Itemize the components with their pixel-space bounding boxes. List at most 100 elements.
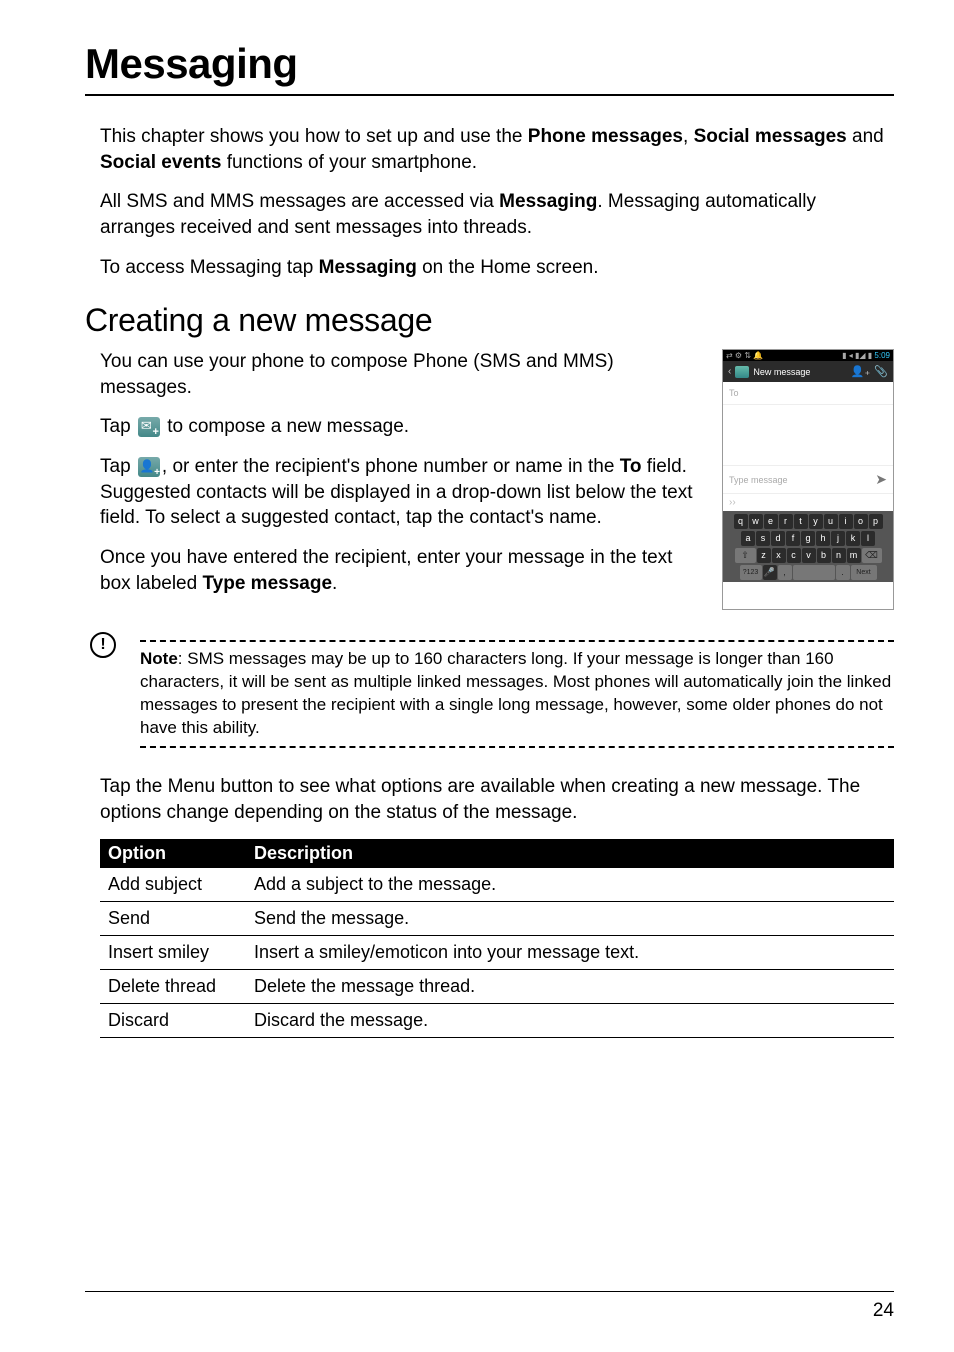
attach-icon[interactable]: 📎 <box>874 365 888 378</box>
key-l[interactable]: l <box>861 531 875 546</box>
key-s[interactable]: s <box>756 531 770 546</box>
key-g[interactable]: g <box>801 531 815 546</box>
signal-icons: ▮ ◂ ▮◢ ▮ <box>842 351 872 360</box>
messaging-app-icon <box>735 366 749 378</box>
key-t[interactable]: t <box>794 514 808 529</box>
cell-desc: Send the message. <box>246 902 894 936</box>
key-comma[interactable]: , <box>778 565 792 580</box>
intro3-b: Messaging <box>319 257 417 278</box>
key-backspace[interactable]: ⌫ <box>862 548 882 563</box>
table-row: Delete thread Delete the message thread. <box>100 970 894 1004</box>
key-space[interactable] <box>793 565 835 580</box>
key-u[interactable]: u <box>824 514 838 529</box>
cell-desc: Add a subject to the message. <box>246 868 894 902</box>
suggestion-bar: ›› <box>723 494 893 511</box>
intro1-c: , <box>683 126 694 147</box>
key-j[interactable]: j <box>831 531 845 546</box>
key-numeric[interactable]: ?123 <box>740 565 762 580</box>
key-m[interactable]: m <box>847 548 861 563</box>
table-row: Add subject Add a subject to the message… <box>100 868 894 902</box>
key-e[interactable]: e <box>764 514 778 529</box>
section-body-column: You can use your phone to compose Phone … <box>100 349 704 610</box>
status-icons-left: ⇄ ⚙ ⇅ 🔔 <box>726 351 763 360</box>
cell-option: Discard <box>100 1004 246 1038</box>
key-v[interactable]: v <box>802 548 816 563</box>
cell-option: Send <box>100 902 246 936</box>
footer-rule <box>85 1291 894 1292</box>
note-body: : SMS messages may be up to 160 characte… <box>140 649 891 737</box>
add-contact-icon <box>138 457 160 477</box>
intro1-a: This chapter shows you how to set up and… <box>100 126 528 147</box>
key-q[interactable]: q <box>734 514 748 529</box>
intro2-b: Messaging <box>499 191 597 212</box>
note-text: Note: SMS messages may be up to 160 char… <box>140 648 894 740</box>
key-b[interactable]: b <box>817 548 831 563</box>
key-x[interactable]: x <box>772 548 786 563</box>
table-header-row: Option Description <box>100 839 894 868</box>
cell-desc: Delete the message thread. <box>246 970 894 1004</box>
create-paragraph-1: You can use your phone to compose Phone … <box>100 349 704 400</box>
onscreen-keyboard: q w e r t y u i o p a s d f g h <box>723 511 893 582</box>
key-k[interactable]: k <box>846 531 860 546</box>
key-a[interactable]: a <box>741 531 755 546</box>
intro-paragraph-3: To access Messaging tap Messaging on the… <box>100 255 894 281</box>
key-dot[interactable]: . <box>836 565 850 580</box>
key-f[interactable]: f <box>786 531 800 546</box>
intro1-g: functions of your smartphone. <box>221 152 477 173</box>
key-c[interactable]: c <box>787 548 801 563</box>
cell-option: Add subject <box>100 868 246 902</box>
key-n[interactable]: n <box>832 548 846 563</box>
phone-app-header: ‹ New message 👤₊ 📎 <box>723 361 893 382</box>
back-icon[interactable]: ‹ <box>728 366 731 377</box>
create4-c: . <box>332 573 337 594</box>
create-paragraph-3: Tap , or enter the recipient's phone num… <box>100 454 704 531</box>
phone-screenshot: ⇄ ⚙ ⇅ 🔔 ▮ ◂ ▮◢ ▮ 5:09 ‹ New message 👤₊ 📎… <box>722 349 894 610</box>
page-number: 24 <box>873 1300 894 1322</box>
create-paragraph-2: Tap to compose a new message. <box>100 414 704 440</box>
create3-b: , or enter the recipient's phone number … <box>162 456 620 477</box>
key-shift[interactable]: ⇧ <box>735 548 756 563</box>
key-h[interactable]: h <box>816 531 830 546</box>
send-icon[interactable]: ➤ <box>875 471 887 488</box>
add-contact-header-icon[interactable]: 👤₊ <box>851 365 871 378</box>
key-next[interactable]: Next <box>851 565 877 580</box>
keyboard-row-2: a s d f g h j k l <box>725 531 891 546</box>
intro1-b: Phone messages <box>528 126 683 147</box>
cell-option: Delete thread <box>100 970 246 1004</box>
phone-status-bar: ⇄ ⚙ ⇅ 🔔 ▮ ◂ ▮◢ ▮ 5:09 <box>723 350 893 361</box>
type-message-field[interactable]: Type message <box>729 475 875 485</box>
options-table: Option Description Add subject Add a sub… <box>100 839 894 1038</box>
table-row: Discard Discard the message. <box>100 1004 894 1038</box>
note-dash-bottom <box>140 746 894 748</box>
intro2-a: All SMS and MMS messages are accessed vi… <box>100 191 499 212</box>
create2-b: to compose a new message. <box>162 416 409 437</box>
key-y[interactable]: y <box>809 514 823 529</box>
phone-body-empty <box>723 405 893 465</box>
key-i[interactable]: i <box>839 514 853 529</box>
create4-a: Once you have entered the recipient, ent… <box>100 547 672 594</box>
cell-desc: Discard the message. <box>246 1004 894 1038</box>
to-field[interactable]: To <box>723 382 893 405</box>
key-p[interactable]: p <box>869 514 883 529</box>
intro3-c: on the Home screen. <box>417 257 599 278</box>
key-z[interactable]: z <box>757 548 771 563</box>
intro-paragraph-1: This chapter shows you how to set up and… <box>100 124 894 175</box>
note-dash-top <box>140 640 894 642</box>
status-icons-right: ▮ ◂ ▮◢ ▮ 5:09 <box>842 351 890 360</box>
exclamation-circle-icon: ! <box>90 632 116 658</box>
intro1-d: Social messages <box>694 126 847 147</box>
key-d[interactable]: d <box>771 531 785 546</box>
compose-icon <box>138 417 160 437</box>
phone-header-title: New message <box>753 367 846 377</box>
document-page: Messaging This chapter shows you how to … <box>0 0 954 1352</box>
key-mic[interactable]: 🎤 <box>763 565 777 580</box>
status-time: 5:09 <box>874 351 890 360</box>
page-title: Messaging <box>85 40 894 88</box>
create-paragraph-4: Once you have entered the recipient, ent… <box>100 545 704 596</box>
title-underline <box>85 94 894 96</box>
create3-c: To <box>620 456 642 477</box>
key-w[interactable]: w <box>749 514 763 529</box>
key-r[interactable]: r <box>779 514 793 529</box>
section-heading: Creating a new message <box>85 302 894 339</box>
key-o[interactable]: o <box>854 514 868 529</box>
